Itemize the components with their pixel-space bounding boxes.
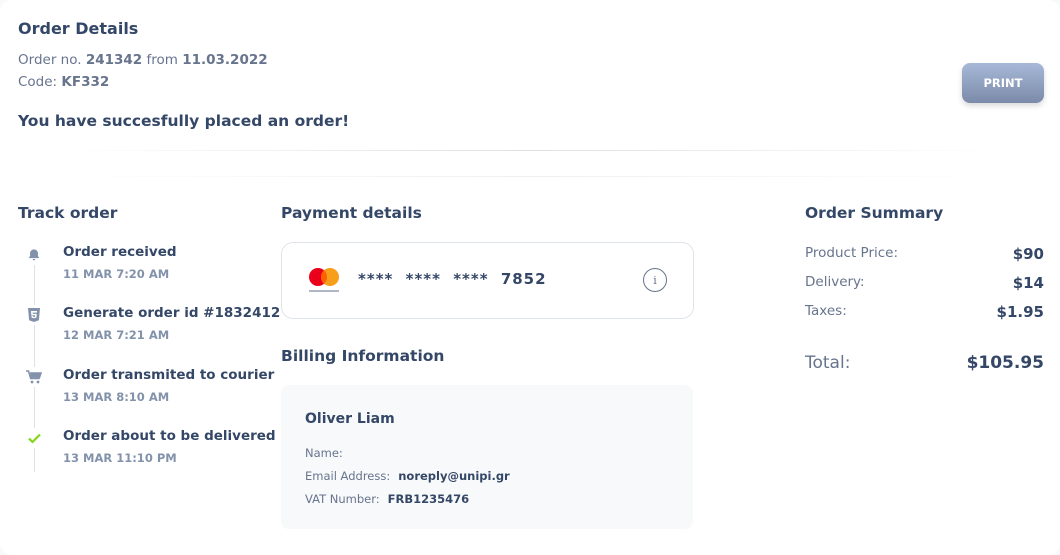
track-order-title: Track order (18, 204, 118, 222)
card-last4: 7852 (500, 270, 547, 288)
delivery-value: $14 (1012, 274, 1044, 292)
taxes-value: $1.95 (996, 303, 1044, 321)
bell-icon (24, 245, 44, 265)
product-price-value: $90 (1012, 245, 1044, 263)
order-number: 241342 (85, 52, 143, 68)
billing-vat: FRB1235476 (387, 492, 470, 506)
billing-information-title: Billing Information (281, 347, 445, 365)
check-icon (24, 428, 44, 448)
timeline-step-date: 13 MAR 8:10 AM (63, 390, 170, 404)
print-button[interactable]: PRINT (962, 63, 1044, 103)
billing-vat-row: VAT Number: FRB1235476 (305, 492, 470, 506)
timeline-step-title: Generate order id #1832412 (63, 305, 281, 321)
page-title: Order Details (18, 19, 139, 38)
order-code: KF332 (61, 74, 110, 90)
order-date: 11.03.2022 (182, 52, 268, 68)
order-number-line: Order no. 241342 from 11.03.2022 (18, 52, 268, 68)
timeline-step-title: Order received (63, 244, 177, 260)
timeline-step-title: Order about to be delivered (63, 428, 276, 444)
timeline-step-date: 11 MAR 7:20 AM (63, 267, 170, 281)
card-number: **** **** **** 7852 (358, 270, 547, 288)
total-label: Total: (805, 353, 851, 373)
payment-details-title: Payment details (281, 204, 422, 222)
delivery-label: Delivery: (805, 274, 865, 290)
order-summary-title: Order Summary (805, 204, 944, 222)
billing-email: noreply@unipi.gr (398, 469, 510, 483)
timeline-step-date: 13 MAR 11:10 PM (63, 451, 177, 465)
billing-name: Oliver Liam (305, 411, 395, 427)
divider (60, 176, 1000, 177)
divider (60, 150, 1000, 151)
timeline-step-date: 12 MAR 7:21 AM (63, 328, 170, 342)
timeline-step-title: Order transmited to courier (63, 367, 275, 383)
cart-icon (24, 367, 44, 387)
html5-icon (24, 305, 44, 325)
billing-name-row: Name: (305, 446, 343, 460)
total-value: $105.95 (966, 353, 1044, 373)
info-button[interactable]: i (643, 268, 667, 292)
order-code-line: Code: KF332 (18, 74, 110, 90)
mastercard-icon (306, 266, 342, 294)
success-message: You have succesfully placed an order! (18, 112, 350, 130)
billing-email-row: Email Address: noreply@unipi.gr (305, 469, 510, 483)
order-details-card: Order Details Order no. 241342 from 11.0… (0, 0, 1060, 555)
product-price-label: Product Price: (805, 245, 899, 261)
taxes-label: Taxes: (805, 303, 847, 319)
